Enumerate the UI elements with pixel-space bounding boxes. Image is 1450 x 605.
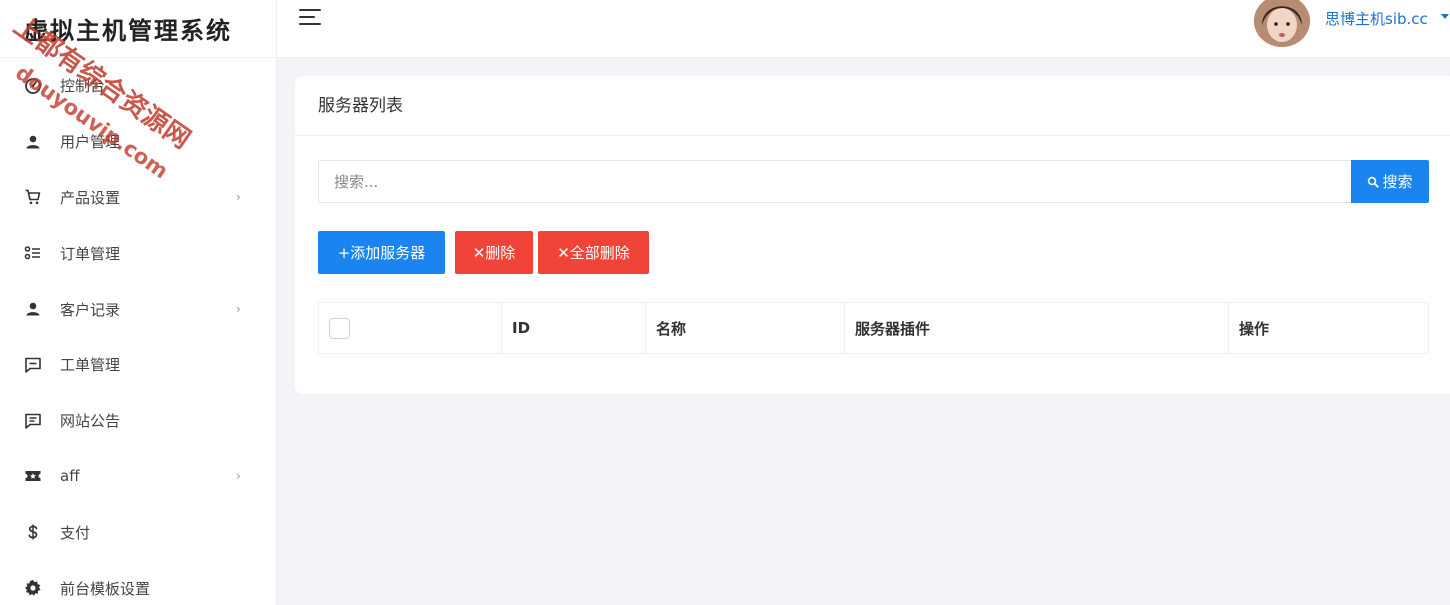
sidebar-item-label: 支付 bbox=[60, 523, 91, 542]
gear-icon bbox=[24, 579, 42, 597]
sidebar-item-label: 产品设置 bbox=[60, 188, 121, 207]
sidebar-item-label: 客户记录 bbox=[60, 300, 121, 319]
select-all-cell bbox=[318, 302, 502, 354]
column-header-id[interactable]: ID bbox=[501, 302, 646, 354]
topbar: 思博主机sib.cc bbox=[277, 0, 1450, 58]
sidebar-item-orders[interactable]: 订单管理 bbox=[0, 225, 276, 281]
select-all-checkbox[interactable] bbox=[329, 317, 350, 339]
sidebar-item-label: 工单管理 bbox=[60, 356, 121, 375]
search-button[interactable]: 搜索 bbox=[1351, 160, 1429, 203]
user-menu[interactable]: 思博主机sib.cc bbox=[1325, 8, 1428, 29]
column-header-actions: 操作 bbox=[1228, 302, 1429, 354]
chevron-right-icon: › bbox=[236, 469, 241, 484]
dashboard-icon bbox=[24, 77, 42, 95]
sidebar-item-customers[interactable]: 客户记录 › bbox=[0, 281, 276, 337]
delete-button[interactable]: ✕删除 bbox=[455, 231, 533, 274]
column-header-plugin[interactable]: 服务器插件 bbox=[844, 302, 1229, 354]
user-icon bbox=[24, 133, 42, 151]
search-bar: 搜索 bbox=[318, 160, 1429, 203]
sidebar-item-announcements[interactable]: 网站公告 bbox=[0, 393, 276, 449]
brand-title: 虚拟主机管理系统 bbox=[0, 0, 276, 58]
sidebar-item-dashboard[interactable]: 控制台 bbox=[0, 58, 276, 114]
notice-icon bbox=[24, 412, 42, 430]
sidebar-item-template-settings[interactable]: 前台模板设置 bbox=[0, 560, 276, 605]
sidebar-item-aff[interactable]: aff › bbox=[0, 449, 276, 505]
sidebar-item-users[interactable]: 用户管理 bbox=[0, 114, 276, 170]
caret-down-icon[interactable] bbox=[1441, 14, 1449, 19]
sidebar-item-payment[interactable]: 支付 bbox=[0, 504, 276, 560]
delete-all-button[interactable]: ✕全部删除 bbox=[538, 231, 649, 274]
sidebar-menu: 控制台 用户管理 产品设置 › 订单管理 客户记录 › 工单管理 网站公告 af… bbox=[0, 58, 276, 605]
menu-toggle-icon[interactable] bbox=[299, 9, 325, 31]
sidebar-item-tickets[interactable]: 工单管理 bbox=[0, 337, 276, 393]
avatar[interactable] bbox=[1254, 0, 1310, 47]
dollar-icon bbox=[24, 523, 42, 541]
sidebar-item-label: 网站公告 bbox=[60, 412, 121, 431]
server-table: ID 名称 服务器插件 操作 bbox=[318, 302, 1429, 354]
search-input[interactable] bbox=[318, 160, 1351, 203]
list-icon bbox=[24, 244, 42, 262]
ticket-icon bbox=[24, 467, 42, 485]
user-icon bbox=[24, 300, 42, 318]
sidebar-item-label: 订单管理 bbox=[60, 244, 121, 263]
server-list-card: 服务器列表 搜索 +添加服务器 ✕删除 ✕全部删除 ID 名称 服务器插件 操作 bbox=[295, 76, 1450, 394]
column-header-name[interactable]: 名称 bbox=[645, 302, 845, 354]
chevron-right-icon: › bbox=[236, 190, 241, 205]
sidebar-item-label: 用户管理 bbox=[60, 133, 121, 152]
sidebar: 虚拟主机管理系统 控制台 用户管理 产品设置 › 订单管理 客户记录 › 工单管… bbox=[0, 0, 277, 605]
action-toolbar: +添加服务器 ✕删除 ✕全部删除 bbox=[318, 231, 659, 274]
table-header-row: ID 名称 服务器插件 操作 bbox=[318, 302, 1429, 354]
page-title: 服务器列表 bbox=[295, 76, 1450, 136]
sidebar-item-label: 控制台 bbox=[60, 77, 106, 96]
add-server-button[interactable]: +添加服务器 bbox=[318, 231, 445, 274]
search-icon bbox=[1368, 176, 1380, 188]
search-button-label: 搜索 bbox=[1382, 173, 1413, 191]
cart-icon bbox=[24, 188, 42, 206]
sidebar-item-label: 前台模板设置 bbox=[60, 579, 151, 598]
message-icon bbox=[24, 356, 42, 374]
chevron-right-icon: › bbox=[236, 302, 241, 317]
sidebar-item-label: aff bbox=[60, 467, 80, 486]
sidebar-item-products[interactable]: 产品设置 › bbox=[0, 170, 276, 226]
